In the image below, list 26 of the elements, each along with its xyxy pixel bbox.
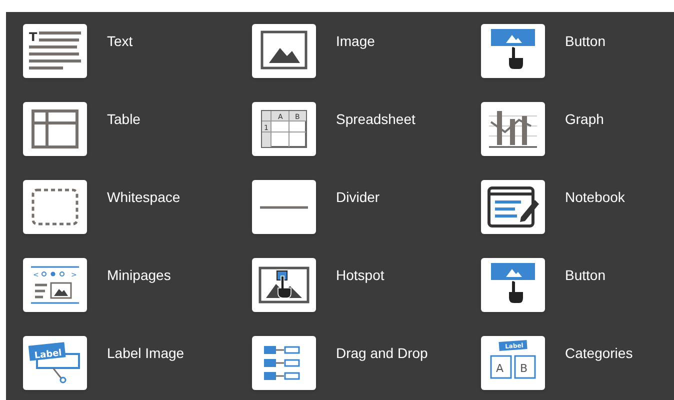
component-tile[interactable] [252, 180, 316, 234]
component-label: Minipages [107, 266, 171, 285]
component-label: Button [565, 266, 606, 285]
component-label: Graph [565, 110, 604, 129]
component-tile[interactable] [23, 180, 87, 234]
horizontal-line-icon [260, 206, 308, 208]
component-label: Drag and Drop [336, 344, 428, 363]
component-label: Label Image [107, 344, 184, 363]
component-label: Text [107, 32, 133, 51]
component-tile[interactable] [481, 102, 545, 156]
component-tile[interactable] [252, 24, 316, 78]
component-tile[interactable] [481, 180, 545, 234]
component-label: Categories [565, 344, 633, 363]
component-tile[interactable] [23, 102, 87, 156]
component-tile[interactable] [481, 24, 545, 78]
component-label: Button [565, 32, 606, 51]
component-label: Table [107, 110, 140, 129]
component-tile[interactable] [252, 258, 316, 312]
component-label: Whitespace [107, 188, 180, 207]
component-label: Divider [336, 188, 380, 207]
component-label: Hotspot [336, 266, 384, 285]
component-tile[interactable] [252, 336, 316, 390]
component-tile[interactable] [481, 258, 545, 312]
component-label: Notebook [565, 188, 625, 207]
component-label: Spreadsheet [336, 110, 416, 129]
component-label: Image [336, 32, 375, 51]
